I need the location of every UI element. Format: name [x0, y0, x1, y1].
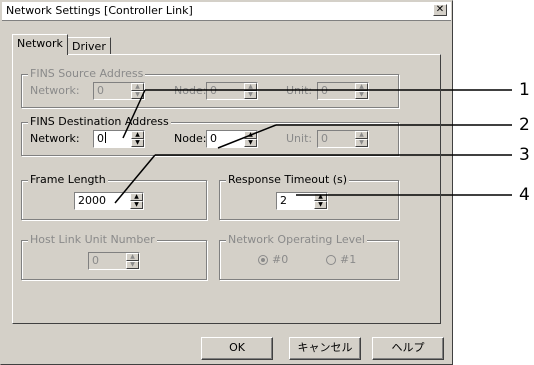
callout-2: 2 [519, 115, 530, 135]
close-icon: ✕ [435, 4, 445, 15]
callout-3: 3 [519, 145, 530, 165]
window-title: Network Settings [Controller Link] [6, 4, 193, 17]
cancel-button[interactable]: キャンセル [289, 337, 361, 360]
close-button[interactable]: ✕ [433, 4, 447, 16]
help-button[interactable]: ヘルプ [372, 337, 444, 360]
ok-button[interactable]: OK [201, 337, 273, 360]
tab-network[interactable]: Network [12, 34, 68, 55]
callout-1: 1 [519, 80, 530, 100]
title-bar: Network Settings [Controller Link] ✕ [2, 2, 451, 21]
callout-4: 4 [519, 185, 530, 205]
network-tab-panel [12, 54, 441, 324]
tab-driver[interactable]: Driver [67, 37, 111, 55]
